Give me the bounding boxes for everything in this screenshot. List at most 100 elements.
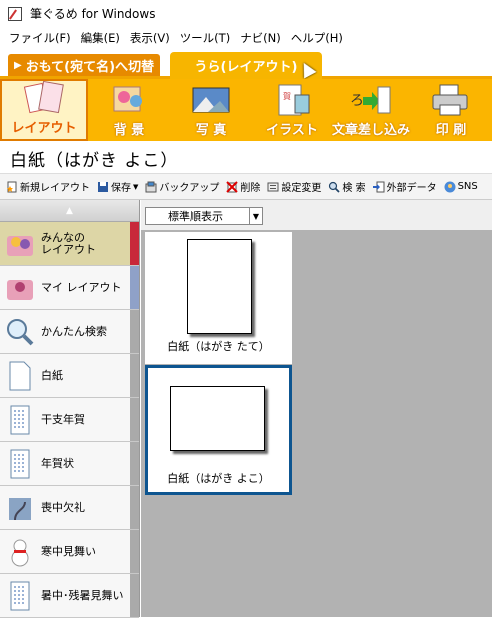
sidebar-item-shochu[interactable]: 暑中･残暑見舞い bbox=[0, 574, 139, 618]
sidebar-stripe bbox=[130, 222, 139, 265]
main-toolbar: レイアウト 背 景 写 真 賀 イラスト ろ 文章差し込み 印 刷 bbox=[0, 79, 492, 141]
tool-illustration-label: イラスト bbox=[266, 123, 318, 138]
sns-label: SNS bbox=[457, 181, 478, 192]
people-icon bbox=[7, 235, 33, 256]
import-icon bbox=[372, 181, 385, 192]
printer-icon bbox=[430, 83, 472, 117]
mourning-icon bbox=[9, 497, 31, 520]
menu-navi[interactable]: ナビ(N) bbox=[235, 30, 286, 46]
sort-order-value: 標準順表示 bbox=[168, 210, 223, 223]
tool-photo-label: 写 真 bbox=[195, 123, 227, 138]
sns-people-icon bbox=[444, 181, 456, 192]
title-bar: 筆ぐるめ for Windows bbox=[0, 0, 492, 27]
sidebar-item-everyones-layout[interactable]: みんなの レイアウト bbox=[0, 222, 139, 266]
app-icon bbox=[8, 6, 22, 21]
settings-icon bbox=[267, 182, 279, 191]
new-layout-button[interactable]: 新規レイアウト bbox=[6, 179, 90, 194]
tool-photo-button[interactable]: 写 真 bbox=[170, 79, 252, 141]
menu-help[interactable]: ヘルプ(H) bbox=[286, 30, 348, 46]
search-label: 検 索 bbox=[342, 183, 366, 194]
sns-button[interactable]: SNS bbox=[444, 181, 478, 193]
layout-card-caption: 白紙（はがき よこ） bbox=[167, 472, 270, 485]
sidebar-stripe bbox=[130, 486, 139, 529]
sidebar-label: 暑中･残暑見舞い bbox=[41, 588, 124, 602]
menu-view[interactable]: 表示(V) bbox=[125, 30, 175, 46]
backup-button[interactable]: バックアップ bbox=[145, 179, 219, 194]
sidebar-stripe bbox=[130, 574, 139, 617]
snowman-icon bbox=[11, 539, 29, 566]
sidebar-stripe bbox=[130, 398, 139, 441]
menu-edit[interactable]: 編集(E) bbox=[76, 30, 125, 46]
new-layout-label: 新規レイアウト bbox=[20, 183, 90, 194]
postcard-icon bbox=[10, 581, 30, 610]
sidebar-label: マイ レイアウト bbox=[41, 280, 122, 294]
layout-card-vertical[interactable]: 白紙（はがき たて） bbox=[145, 232, 292, 364]
sidebar-stripe bbox=[130, 530, 139, 573]
sidebar-item-kanchu[interactable]: 寒中見舞い bbox=[0, 530, 139, 574]
illustration-icon: 賀 bbox=[271, 83, 313, 117]
menu-file[interactable]: ファイル(F) bbox=[4, 30, 76, 46]
layout-gallery: 標準順表示 ▼ 白紙（はがき たて） 白紙（はがき よこ） bbox=[141, 200, 492, 617]
save-label: 保存 bbox=[111, 183, 131, 194]
blank-vertical-paper bbox=[187, 239, 252, 334]
page-title: 白紙（はがき よこ） bbox=[0, 143, 492, 173]
sidebar-item-mochu[interactable]: 喪中欠礼 bbox=[0, 486, 139, 530]
chevron-down-icon: ▼ bbox=[133, 182, 139, 191]
backup-icon bbox=[145, 181, 157, 192]
tab-back-label: うら(レイアウト) bbox=[194, 60, 298, 75]
sidebar-item-eto-nenga[interactable]: 干支年賀 bbox=[0, 398, 139, 442]
sort-bar: 標準順表示 ▼ bbox=[141, 200, 492, 230]
tool-print-label: 印 刷 bbox=[435, 123, 467, 138]
star-document-icon bbox=[7, 181, 17, 192]
search-button[interactable]: 検 索 bbox=[328, 179, 366, 194]
sidebar-scroll-up-button[interactable]: ▲ bbox=[0, 200, 139, 222]
sidebar-item-my-layout[interactable]: マイ レイアウト bbox=[0, 266, 139, 310]
layout-card-caption: 白紙（はがき たて） bbox=[167, 340, 270, 353]
postcard-icon bbox=[10, 449, 30, 478]
sidebar-label: かんたん検索 bbox=[41, 324, 107, 338]
person-icon bbox=[7, 279, 33, 300]
delete-button[interactable]: 削除 bbox=[226, 179, 260, 194]
external-data-label: 外部データ bbox=[386, 183, 437, 194]
sidebar-stripe bbox=[130, 266, 139, 309]
category-sidebar: ▲ みんなの レイアウト マイ レイアウト かんたん検索 白紙 干支年賀 年賀状… bbox=[0, 200, 140, 618]
sidebar-item-nengajo[interactable]: 年賀状 bbox=[0, 442, 139, 486]
tool-illustration-button[interactable]: 賀 イラスト bbox=[252, 79, 332, 141]
backup-label: バックアップ bbox=[159, 183, 220, 194]
svg-text:ろ: ろ bbox=[350, 93, 364, 109]
photo-icon bbox=[190, 83, 232, 117]
blank-paper-icon bbox=[9, 361, 31, 390]
sidebar-label: 年賀状 bbox=[41, 456, 74, 470]
sidebar-item-blank[interactable]: 白紙 bbox=[0, 354, 139, 398]
tool-print-button[interactable]: 印 刷 bbox=[410, 79, 492, 141]
sort-order-select[interactable]: 標準順表示 ▼ bbox=[145, 207, 263, 225]
tool-text-insert-button[interactable]: ろ 文章差し込み bbox=[332, 79, 410, 141]
tab-front-side[interactable]: ▶ おもて(宛て名)へ切替 bbox=[8, 54, 160, 76]
sidebar-item-easy-search[interactable]: かんたん検索 bbox=[0, 310, 139, 354]
tool-background-button[interactable]: 背 景 bbox=[88, 79, 170, 141]
menu-bar: ファイル(F) 編集(E) 表示(V) ツール(T) ナビ(N) ヘルプ(H) bbox=[0, 27, 492, 49]
save-button[interactable]: 保存 ▼ bbox=[97, 179, 138, 194]
delete-label: 削除 bbox=[240, 183, 261, 194]
sidebar-label: みんなの レイアウト bbox=[41, 230, 96, 256]
tool-layout-label: レイアウト bbox=[11, 121, 77, 136]
postcard-icon bbox=[10, 405, 30, 434]
background-icon bbox=[108, 83, 150, 117]
blank-horizontal-paper bbox=[170, 386, 265, 451]
external-data-button[interactable]: 外部データ bbox=[372, 179, 437, 194]
settings-change-button[interactable]: 設定変更 bbox=[267, 179, 321, 194]
play-arrow-icon: ▶ bbox=[14, 59, 22, 71]
sidebar-label: 干支年賀 bbox=[41, 412, 85, 426]
side-tab-bar: ▶ おもて(宛て名)へ切替 うら(レイアウト) bbox=[0, 49, 492, 79]
sidebar-stripe bbox=[130, 354, 139, 397]
tool-background-label: 背 景 bbox=[113, 123, 145, 138]
chevron-down-icon: ▼ bbox=[249, 208, 262, 224]
tab-front-label: おもて(宛て名)へ切替 bbox=[25, 59, 155, 75]
layout-card-horizontal[interactable]: 白紙（はがき よこ） bbox=[145, 365, 292, 495]
menu-tools[interactable]: ツール(T) bbox=[175, 30, 236, 46]
settings-change-label: 設定変更 bbox=[281, 183, 322, 194]
tool-layout-button[interactable]: レイアウト bbox=[0, 79, 88, 141]
action-bar: 新規レイアウト 保存 ▼ バックアップ 削除 設定変更 検 索 外部データ SN… bbox=[0, 173, 492, 200]
svg-text:賀: 賀 bbox=[283, 91, 291, 101]
magnifier-icon bbox=[7, 318, 34, 345]
